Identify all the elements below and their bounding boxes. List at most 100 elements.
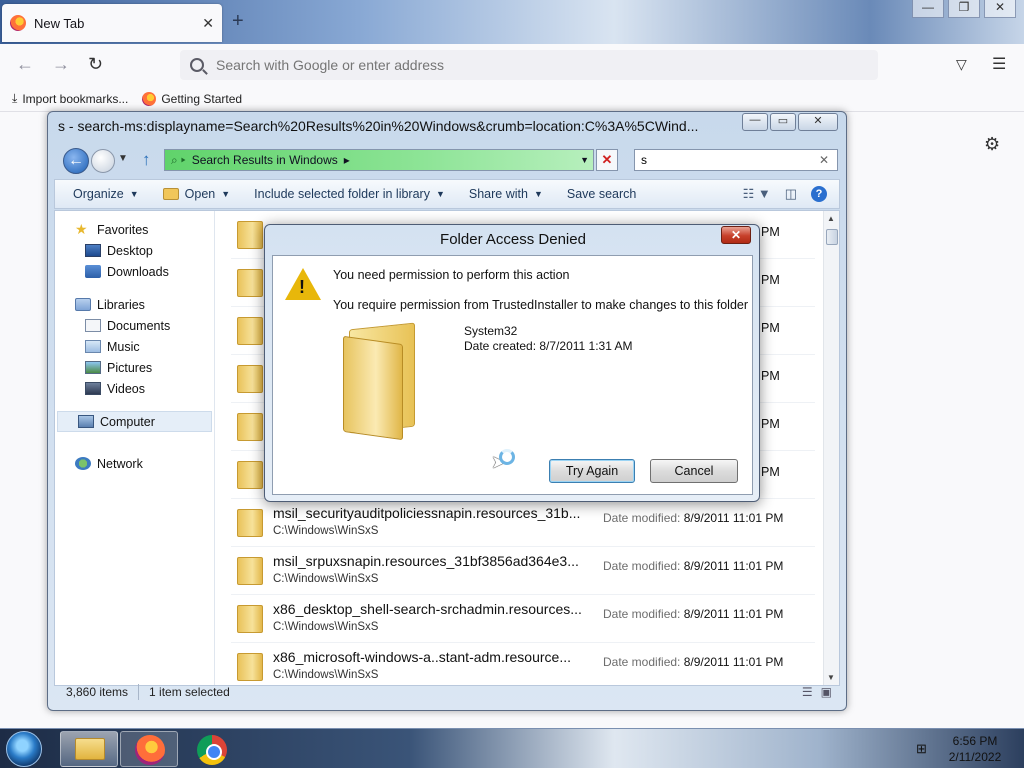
dialog-title: Folder Access Denied [440,231,586,248]
file-date-modified: Date modified: 8/9/2011 11:01 PM [603,511,783,525]
selection-count: 1 item selected [149,685,230,699]
file-path: C:\Windows\WinSxS [273,573,379,585]
chevron-right-icon: ▸ [343,153,350,167]
explorer-address-row: ← ▼ ↑ ⌕ ▸ Search Results in Windows ▸ ▼ … [60,146,838,174]
forward-button[interactable] [91,149,115,173]
nav-music[interactable]: Music [55,336,214,357]
organize-button[interactable]: Organize ▼ [73,187,139,201]
view-options-icon[interactable]: ☷ ▼ [743,186,771,202]
address-dropdown-icon[interactable]: ▼ [580,155,589,165]
busy-spinner-icon [499,449,515,465]
history-dropdown-icon[interactable]: ▼ [118,153,128,164]
date-label: Date modified: [603,511,681,525]
clock-date: 2/11/2022 [948,750,1002,764]
nav-favorites[interactable]: ★ Favorites [55,219,214,240]
open-button[interactable]: Open ▼ [162,187,230,201]
scroll-thumb[interactable] [826,229,838,245]
restore-button[interactable]: ❐ [948,0,980,18]
reload-icon[interactable]: ↻ [88,54,103,75]
share-with-button[interactable]: Share with ▼ [469,187,543,201]
stop-search-button[interactable]: ✕ [596,149,618,171]
explorer-close-button[interactable]: ✕ [798,113,838,131]
file-time-suffix: PM [761,465,780,479]
gear-icon[interactable]: ⚙ [984,134,1000,155]
url-bar[interactable] [180,50,878,80]
back-button[interactable]: ← [63,148,89,174]
taskbar-explorer-button[interactable] [60,731,118,767]
minimize-button[interactable]: — [912,0,944,18]
include-in-library-button[interactable]: Include selected folder in library ▼ [254,187,445,201]
pocket-icon[interactable]: ▽ [956,56,967,73]
details-view-icon[interactable]: ☰ [802,685,813,699]
search-box[interactable]: ✕ [634,149,838,171]
vertical-scrollbar[interactable]: ▲ ▼ [823,211,839,685]
clock-time: 6:56 PM [952,734,998,748]
nav-label: Videos [107,381,145,396]
file-time-suffix: PM [761,273,780,287]
nav-label: Pictures [107,360,153,375]
dialog-close-button[interactable]: ✕ [721,226,751,244]
nav-libraries[interactable]: Libraries [55,294,214,315]
chevron-down-icon: ▼ [435,189,445,199]
system-clock[interactable]: 6:56 PM 2/11/2022 [940,733,1010,765]
start-button[interactable] [6,731,42,767]
file-date-modified: Date modified: 8/9/2011 11:01 PM [603,655,783,669]
tab-new-tab[interactable]: New Tab ✕ [2,4,222,42]
file-row[interactable]: x86_microsoft-windows-a..stant-adm.resou… [231,643,815,685]
libraries-icon [75,298,91,311]
try-again-button[interactable]: Try Again [549,459,635,483]
dialog-message-detail: You require permission from TrustedInsta… [333,298,749,312]
url-input[interactable] [216,57,816,73]
file-row[interactable]: msil_securityauditpoliciessnapin.resourc… [231,499,815,547]
nav-downloads[interactable]: Downloads [55,261,214,282]
file-date-modified: Date modified: 8/9/2011 11:01 PM [603,607,783,621]
search-input[interactable] [641,153,811,167]
import-icon: ⤓ [12,91,18,105]
tab-close-icon[interactable]: ✕ [202,15,214,32]
folder-icon [237,557,263,585]
nav-computer[interactable]: Computer [57,411,212,432]
nav-videos[interactable]: Videos [55,378,214,399]
forward-arrow-icon[interactable]: → [52,54,70,75]
nav-label: Documents [107,318,171,333]
new-tab-button[interactable]: + [232,10,244,33]
taskbar-firefox-button[interactable] [120,731,178,767]
explorer-maximize-button[interactable]: ▭ [770,113,796,131]
explorer-minimize-button[interactable]: — [742,113,768,131]
nav-documents[interactable]: Documents [55,315,214,336]
network-tray-icon[interactable]: ⊞ [916,741,927,757]
bookmarks-toolbar: ⤓ Import bookmarks... Getting Started [0,86,1024,112]
taskbar-chrome-button[interactable] [182,731,240,767]
folder-icon [343,320,423,441]
address-text: Search Results in Windows [191,153,338,167]
date-value: 8/9/2011 11:01 PM [683,559,784,573]
nav-desktop[interactable]: Desktop [55,240,214,261]
close-button[interactable]: ✕ [984,0,1016,18]
help-icon[interactable]: ? [811,186,827,202]
scroll-up-icon[interactable]: ▲ [827,214,835,223]
nav-network[interactable]: Network [55,453,214,474]
file-time-suffix: PM [761,321,780,335]
save-search-button[interactable]: Save search [567,187,636,201]
nav-label: Desktop [107,243,153,258]
star-icon: ★ [75,221,88,237]
bookmark-getting-started[interactable]: Getting Started [142,91,242,106]
bookmark-import[interactable]: ⤓ Import bookmarks... [12,91,128,106]
include-label: Include selected folder in library [254,187,430,201]
hamburger-menu-icon[interactable]: ☰ [992,54,1006,74]
cancel-button[interactable]: Cancel [650,459,738,483]
nav-pictures[interactable]: Pictures [55,357,214,378]
address-bar[interactable]: ⌕ ▸ Search Results in Windows ▸ ▼ [164,149,594,171]
up-arrow-icon[interactable]: ↑ [142,150,151,170]
status-view-icons: ☰ ▣ [802,685,832,699]
tiles-view-icon[interactable]: ▣ [821,685,832,699]
videos-icon [85,382,101,395]
file-row[interactable]: msil_srpuxsnapin.resources_31bf3856ad364… [231,547,815,595]
clear-search-icon[interactable]: ✕ [819,153,829,167]
file-row[interactable]: x86_desktop_shell-search-srchadmin.resou… [231,595,815,643]
folder-icon [237,365,263,393]
preview-pane-icon[interactable]: ◫ [785,186,797,202]
nav-label: Computer [100,414,155,429]
back-arrow-icon[interactable]: ← [16,54,34,75]
folder-icon [75,738,105,760]
